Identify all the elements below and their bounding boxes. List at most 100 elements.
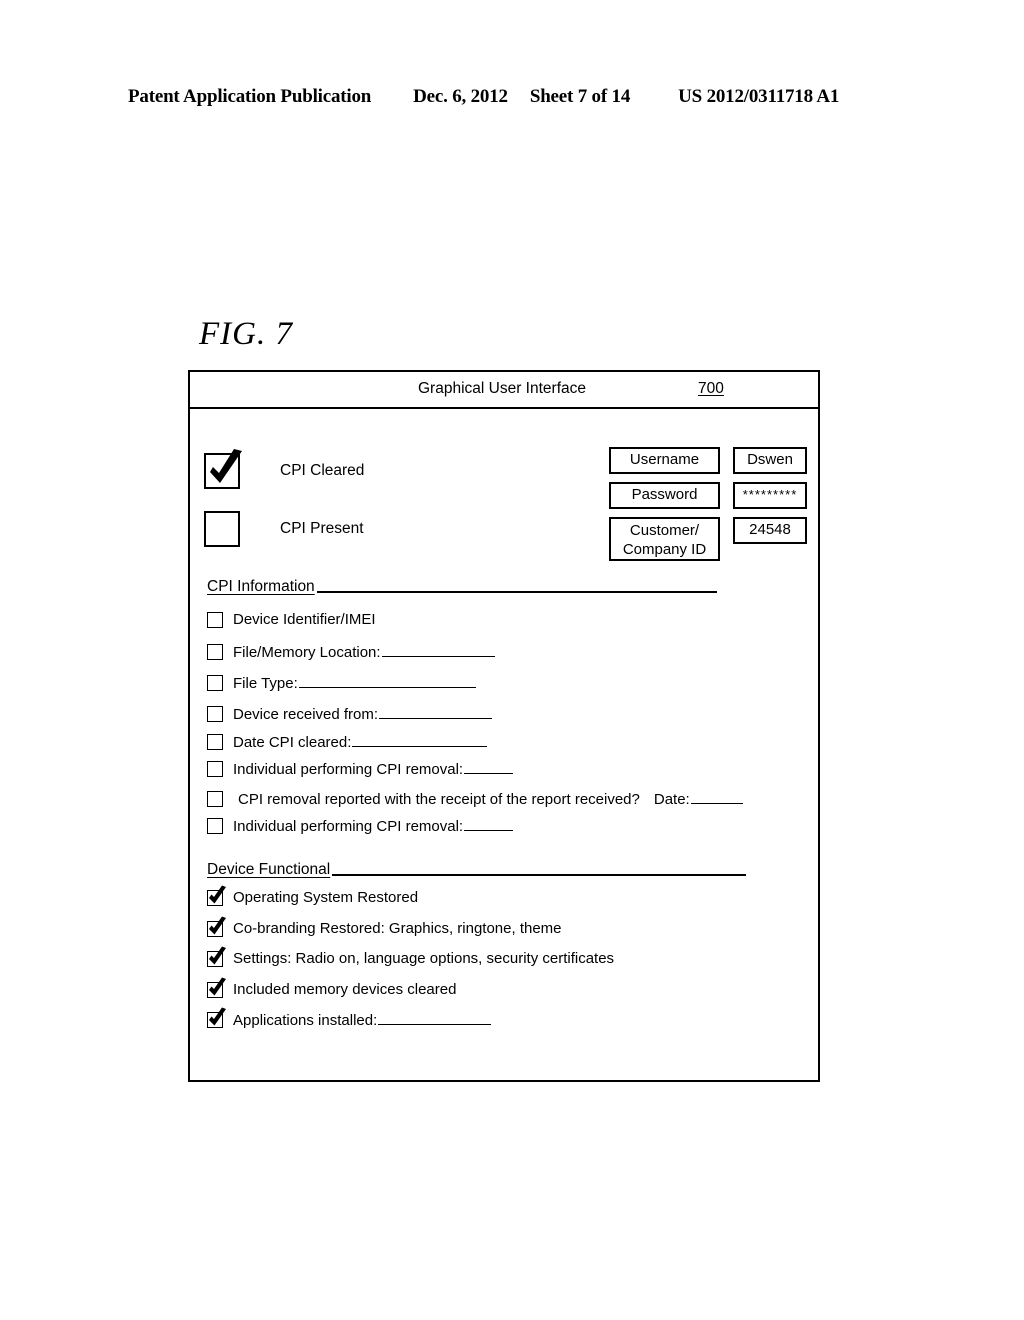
status-option-cpi-present[interactable]: CPI Present [204, 511, 364, 547]
fill-in-blank[interactable] [381, 643, 495, 657]
sheet-number: Sheet 7 of 14 [529, 86, 631, 107]
item-label: Applications installed: [233, 1012, 378, 1029]
checkmark-icon [209, 977, 226, 995]
window-body: CPI Cleared CPI Present Username Dswen P… [190, 409, 818, 1082]
customer-id-label-line1: Customer/ [629, 522, 700, 539]
checklist-item-text: Device received from: [233, 705, 493, 723]
checkbox-applications-installed[interactable] [207, 1007, 226, 1028]
item-label: Device Identifier/IMEI [233, 611, 376, 628]
status-option-label: CPI Present [280, 520, 364, 537]
checkmark-icon [209, 946, 226, 964]
patent-number: US 2012/0311718 A1 [678, 86, 840, 107]
item-label: File Type: [233, 675, 298, 692]
item-label: Device received from: [233, 706, 379, 723]
checklist-item-text: Individual performing CPI removal: [233, 817, 514, 835]
fill-in-blank[interactable] [352, 733, 488, 747]
publication-label: Patent Application Publication [128, 86, 372, 107]
customer-company-id-label: Customer/ Company ID [609, 517, 720, 561]
checkbox-included-memory-devices-cleared[interactable] [207, 977, 226, 998]
section-rule [332, 874, 747, 876]
checklist-item-individual-performing-removal-2[interactable]: Individual performing CPI removal: [207, 817, 514, 835]
checklist-item-text: Included memory devices cleared [233, 981, 456, 998]
checklist-item-text: Settings: Radio on, language options, se… [233, 950, 614, 967]
checklist-item-text: Device Identifier/IMEI [233, 611, 376, 628]
section-header-cpi-information: CPI Information [207, 578, 717, 596]
username-label: Username [609, 447, 720, 474]
checklist-item-date-cpi-cleared[interactable]: Date CPI cleared: [207, 733, 488, 751]
credential-row-password: Password ********* [609, 482, 809, 509]
item-date-label: Date: [653, 791, 690, 808]
checkbox-co-branding-restored[interactable] [207, 916, 226, 937]
checklist-item-individual-performing-removal-1[interactable]: Individual performing CPI removal: [207, 760, 514, 778]
checklist-item-text: Date CPI cleared: [233, 733, 488, 751]
checklist-item-file-type[interactable]: File Type: [207, 674, 476, 692]
checklist-item-applications-installed[interactable]: Applications installed: [207, 1007, 492, 1029]
item-label: Settings: Radio on, language options, se… [233, 950, 615, 967]
checklist-item-cpi-removal-reported[interactable]: CPI removal reported with the receipt of… [207, 790, 743, 808]
fill-in-blank-date[interactable] [690, 790, 743, 804]
item-label: File/Memory Location: [233, 644, 381, 661]
password-label: Password [609, 482, 720, 509]
checkbox-device-received-from[interactable] [207, 706, 223, 722]
publication-date: Dec. 6, 2012 [413, 86, 508, 107]
checkbox-file-type[interactable] [207, 675, 223, 691]
fill-in-blank[interactable] [379, 705, 493, 719]
checklist-item-operating-system-restored[interactable]: Operating System Restored [207, 885, 418, 906]
checklist-item-text: File/Memory Location: [233, 643, 495, 661]
customer-company-id-input[interactable]: 24548 [733, 517, 807, 544]
status-option-cpi-cleared[interactable]: CPI Cleared [204, 449, 365, 489]
section-header-device-functional: Device Functional [207, 861, 747, 879]
window-title: Graphical User Interface [418, 380, 586, 397]
checkbox-individual-performing-removal-2[interactable] [207, 818, 223, 834]
username-input[interactable]: Dswen [733, 447, 807, 474]
checklist-item-text: File Type: [233, 674, 476, 692]
figure-label: FIG. 7 [199, 316, 293, 352]
item-label: CPI removal reported with the receipt of… [238, 791, 640, 808]
fill-in-blank[interactable] [378, 1011, 492, 1025]
item-label: Operating System Restored [233, 889, 419, 906]
reference-numeral-700: 700 [698, 380, 724, 397]
section-title: Device Functional [207, 861, 331, 878]
checkbox-date-cpi-cleared[interactable] [207, 734, 223, 750]
checkbox-device-identifier[interactable] [207, 611, 223, 628]
checkbox-cpi-cleared[interactable] [204, 449, 242, 489]
window-titlebar: Graphical User Interface 700 [190, 372, 818, 409]
checklist-item-file-memory-location[interactable]: File/Memory Location: [207, 643, 495, 661]
credentials-panel: Username Dswen Password ********* Custom… [609, 447, 809, 569]
checklist-item-text: Co-branding Restored: Graphics, ringtone… [233, 920, 562, 937]
item-label: Individual performing CPI removal: [233, 818, 464, 835]
item-label: Individual performing CPI removal: [233, 761, 464, 778]
checklist-item-text: Applications installed: [233, 1011, 492, 1029]
checkbox-cpi-present[interactable] [204, 511, 240, 547]
checklist-item-co-branding-restored[interactable]: Co-branding Restored: Graphics, ringtone… [207, 916, 562, 937]
checkbox-operating-system-restored[interactable] [207, 885, 226, 906]
checklist-item-device-received-from[interactable]: Device received from: [207, 705, 493, 723]
checklist-item-text: CPI removal reported with the receipt of… [238, 790, 743, 808]
checkmark-icon [210, 449, 242, 483]
section-rule [316, 591, 717, 593]
checklist-item-text: Individual performing CPI removal: [233, 760, 514, 778]
status-option-label: CPI Cleared [280, 462, 365, 479]
patent-page-header: Patent Application Publication Dec. 6, 2… [128, 86, 896, 112]
checkbox-file-memory-location[interactable] [207, 644, 223, 660]
credential-row-customer-id: Customer/ Company ID 24548 [609, 517, 809, 561]
customer-id-label-line2: Company ID [622, 541, 707, 558]
item-label: Co-branding Restored: Graphics, ringtone… [233, 920, 562, 937]
password-input[interactable]: ********* [733, 482, 807, 509]
fill-in-blank[interactable] [464, 817, 514, 831]
checklist-item-device-identifier[interactable]: Device Identifier/IMEI [207, 611, 376, 628]
fill-in-blank[interactable] [464, 760, 514, 774]
item-label: Included memory devices cleared [233, 981, 457, 998]
item-label: Date CPI cleared: [233, 734, 352, 751]
checklist-item-settings[interactable]: Settings: Radio on, language options, se… [207, 946, 614, 967]
checkmark-icon [209, 1007, 226, 1026]
credential-row-username: Username Dswen [609, 447, 809, 474]
checkbox-settings[interactable] [207, 946, 226, 967]
checklist-item-included-memory-devices-cleared[interactable]: Included memory devices cleared [207, 977, 456, 998]
checkbox-cpi-removal-reported[interactable] [207, 791, 223, 807]
checkmark-icon [209, 916, 226, 934]
checklist-item-text: Operating System Restored [233, 889, 418, 906]
checkbox-individual-performing-removal-1[interactable] [207, 761, 223, 777]
section-title: CPI Information [207, 578, 315, 595]
fill-in-blank[interactable] [298, 674, 476, 688]
